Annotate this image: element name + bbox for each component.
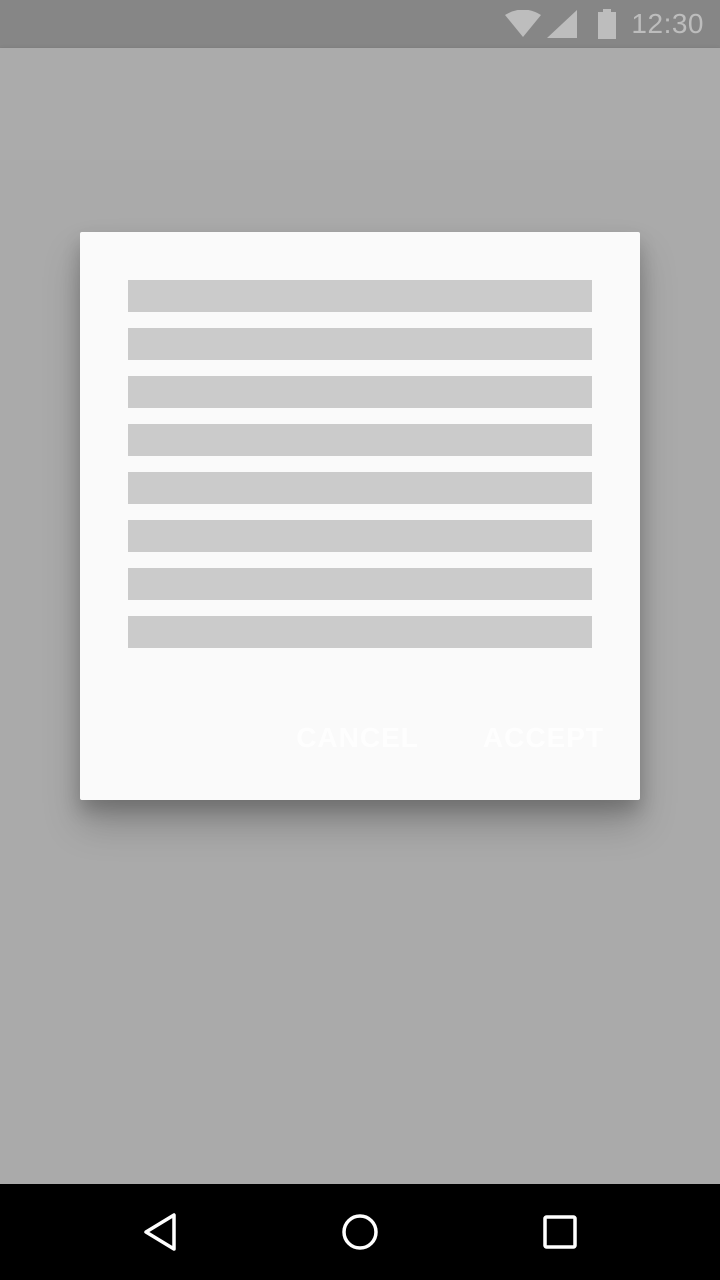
app-bar	[0, 48, 720, 160]
placeholder-line	[128, 520, 592, 552]
placeholder-line	[128, 328, 592, 360]
dialog: CANCEL ACCEPT	[80, 232, 640, 800]
wifi-icon	[505, 10, 542, 37]
placeholder-line	[128, 472, 592, 504]
recents-button[interactable]	[500, 1184, 620, 1280]
home-button[interactable]	[300, 1184, 420, 1280]
status-clock: 12:30	[631, 8, 704, 39]
placeholder-line	[128, 616, 592, 648]
back-icon	[144, 1213, 176, 1251]
placeholder-line	[128, 568, 592, 600]
cellular-signal-icon	[547, 10, 578, 38]
battery-icon	[598, 9, 617, 39]
recents-icon	[543, 1215, 577, 1249]
accept-button[interactable]: ACCEPT	[471, 722, 616, 754]
status-icons: 12:30	[505, 0, 704, 48]
home-icon	[342, 1214, 378, 1250]
placeholder-line	[128, 424, 592, 456]
cancel-button[interactable]: CANCEL	[284, 722, 431, 754]
placeholder-line	[128, 376, 592, 408]
status-bar: 12:30	[0, 0, 720, 48]
dialog-actions: CANCEL ACCEPT	[284, 702, 616, 774]
placeholder-line	[128, 280, 592, 312]
back-button[interactable]	[100, 1184, 220, 1280]
navigation-bar	[0, 1184, 720, 1280]
